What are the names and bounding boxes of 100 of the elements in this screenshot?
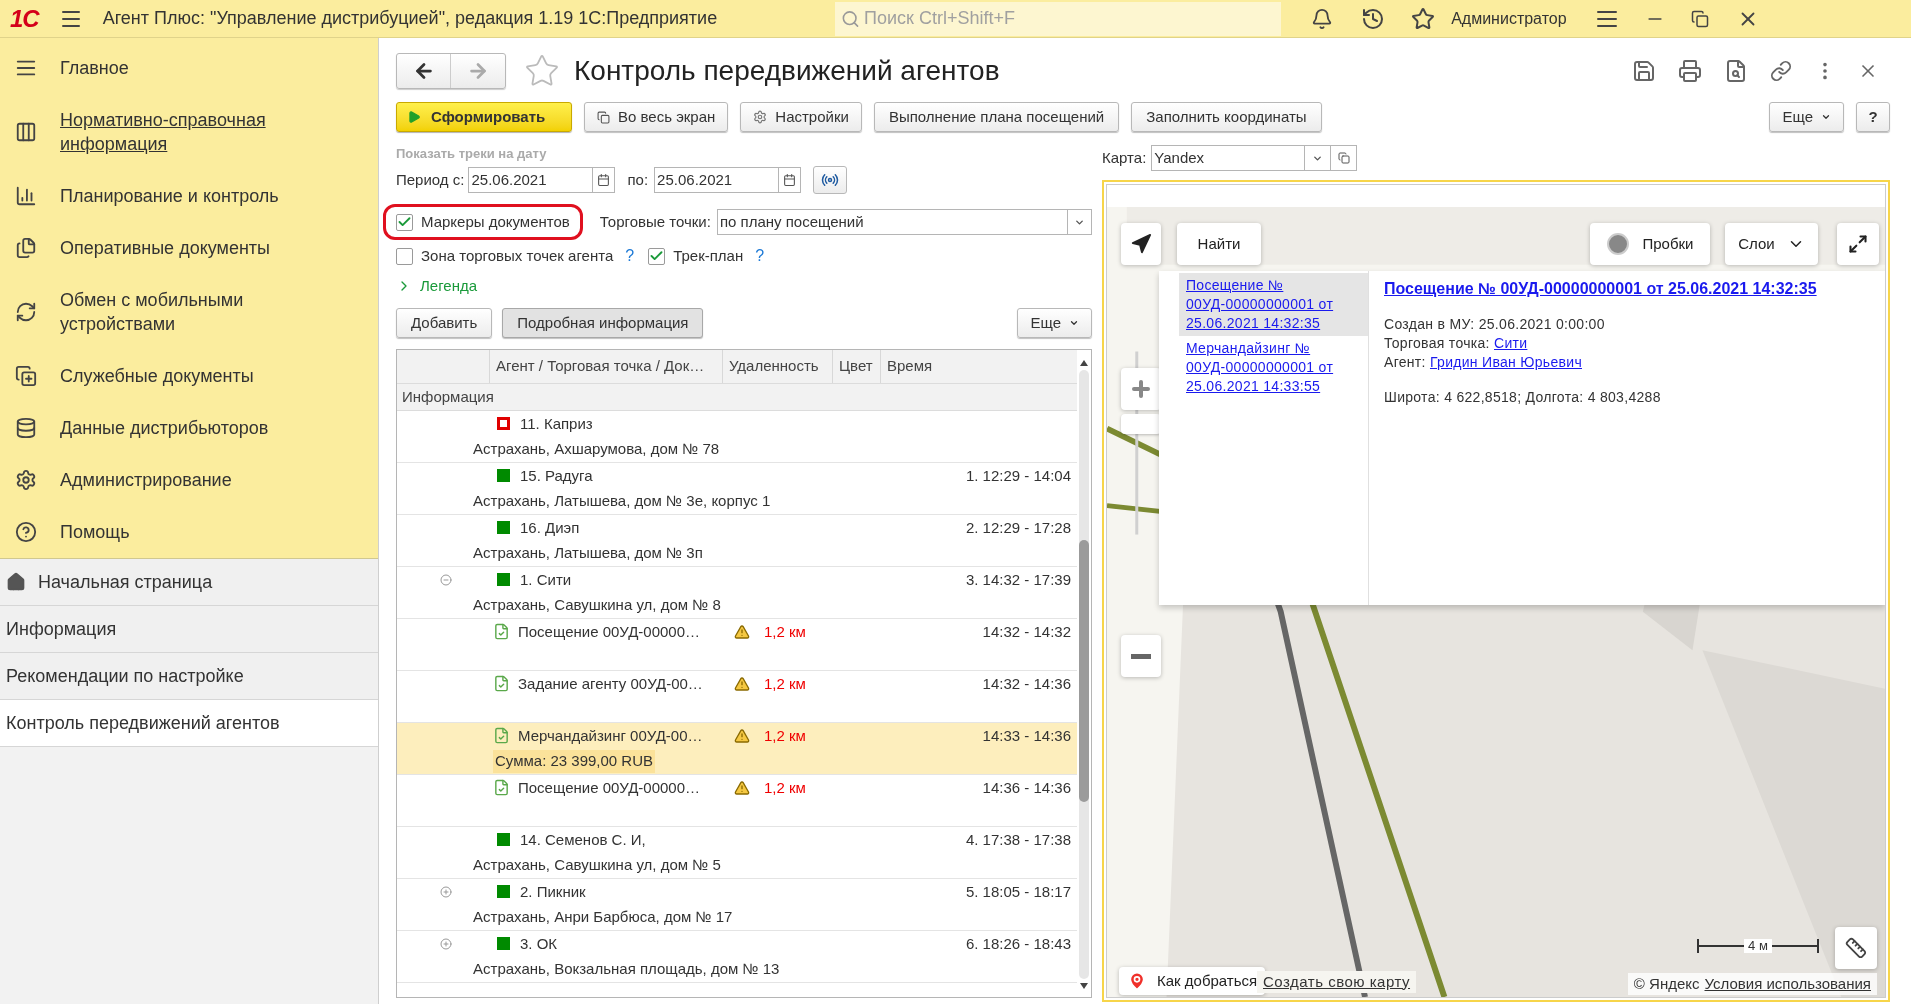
date-picker[interactable]: 25.06.2021 [468, 167, 616, 193]
toolbar-button[interactable]: Во весь экран [584, 102, 729, 132]
popup-link[interactable]: Гридин Иван Юрьевич [1429, 354, 1582, 370]
zoom-handle[interactable] [1121, 414, 1161, 434]
section-icon [15, 365, 37, 387]
fullscreen-icon [1848, 234, 1868, 254]
find-button[interactable]: Найти [1177, 223, 1261, 265]
section-link[interactable]: Планирование и контроль [60, 184, 300, 208]
popup-list-item[interactable]: Мерчандайзинг № 00УД-00000000001 от 25.06.2021 14:33:55 [1179, 336, 1368, 399]
printer-icon[interactable] [1678, 59, 1702, 83]
search-box[interactable]: Поиск Ctrl+Shift+F [835, 1, 1282, 36]
bell-icon[interactable] [1311, 7, 1334, 30]
document-name[interactable]: Посещение 00УД-00000… [518, 620, 701, 643]
help-button[interactable]: ? [1856, 102, 1890, 132]
point-address: Астрахань, Ахшарумова, дом № 78 [473, 439, 720, 459]
map-select[interactable]: Yandex [1151, 145, 1332, 171]
section-icon [15, 237, 37, 259]
more-button[interactable]: Еще [1017, 308, 1092, 338]
checkbox-label[interactable]: Трек-план [673, 244, 744, 268]
checkbox-label[interactable]: Зона торговых точек агента [421, 244, 614, 268]
distance: 1,2 км [764, 725, 806, 746]
warning-icon [734, 675, 750, 692]
popup-list-item[interactable]: Посещение № 00УД-00000000001 от 25.06.2021 14:32:35 [1179, 273, 1368, 336]
section-link[interactable]: Данные дистрибьюторов [60, 416, 300, 440]
document-name[interactable]: Посещение 00УД-00000… [518, 776, 701, 799]
open-page-tab[interactable]: Контроль передвижений агентов [0, 700, 378, 747]
section-link[interactable]: Служебные документы [60, 364, 300, 388]
field-label: Период с: [396, 169, 465, 190]
section-link[interactable]: Главное [60, 56, 300, 80]
ruler-button[interactable] [1835, 927, 1877, 969]
popup-detail: Создан в МУ: 25.06.2021 0:00:00 [1384, 315, 1606, 334]
toolbar-button[interactable]: Настройки [740, 102, 862, 132]
star-icon[interactable] [1411, 6, 1436, 31]
popup-heading[interactable]: Посещение № 00УД-00000000001 от 25.06.2021 14:32:35 [1384, 277, 1885, 301]
checkbox[interactable] [396, 213, 413, 231]
document-name[interactable]: Задание агенту 00УД-00… [518, 672, 703, 695]
preview-icon[interactable] [1724, 59, 1748, 83]
legend-toggle[interactable]: Легенда [396, 274, 478, 298]
copyright: © Яндекс [1633, 973, 1700, 994]
point-name: 1. Сити [520, 569, 572, 590]
date-picker[interactable]: 25.06.2021 [654, 167, 802, 193]
checkbox[interactable] [648, 247, 666, 265]
window-icon [597, 110, 610, 124]
point-name: 3. ОК [520, 933, 558, 954]
section-link[interactable]: Помощь [60, 520, 300, 544]
column-header[interactable]: Время [881, 350, 1077, 383]
section-link[interactable]: Нормативно-справочная информация [60, 108, 300, 156]
point-address: Астрахань, Вокзальная площадь, дом № 13 [473, 959, 780, 979]
section-icon [15, 185, 37, 207]
point-address: Астрахань, Латышева, дом № 3п [473, 543, 703, 563]
create-map-link[interactable]: Создать свою карту [1257, 970, 1417, 993]
column-header[interactable]: Агент / Торговая точка / Док… [490, 350, 723, 383]
user-name[interactable]: Администратор [1451, 6, 1567, 31]
checkbox[interactable] [396, 247, 413, 265]
period-button[interactable] [813, 166, 848, 194]
save-icon[interactable] [1632, 59, 1656, 83]
visit-time: 6. 18:26 - 18:43 [965, 933, 1072, 954]
search-icon [841, 8, 861, 29]
scroll-down-icon[interactable] [1080, 983, 1088, 989]
help-mark[interactable]: ? [755, 244, 765, 268]
search-field[interactable]: Поиск Ctrl+Shift+F [864, 5, 1276, 32]
visit-time: 14:33 - 14:36 [982, 725, 1072, 746]
zoom-out-button[interactable] [1121, 635, 1161, 677]
history-icon[interactable] [1361, 6, 1386, 31]
table-toolbar-button[interactable]: Подробная информация [502, 308, 704, 338]
field-label: Торговые точки: [599, 211, 711, 232]
points-select[interactable]: по плану посещений [716, 209, 1092, 235]
date-field[interactable]: 25.06.2021 [655, 168, 779, 192]
link-icon[interactable] [1770, 60, 1792, 82]
scroll-up-icon[interactable] [1080, 360, 1088, 366]
section-icon [15, 417, 37, 439]
section-link[interactable]: Администрирование [60, 468, 300, 492]
fullscreen-button[interactable] [1837, 223, 1879, 265]
traffic-button[interactable]: Пробки [1590, 223, 1710, 265]
section-link[interactable]: Обмен с мобильными устройствами [60, 288, 300, 336]
document-check-icon [493, 779, 510, 797]
window-icon [1337, 152, 1350, 164]
app-title: Агент Плюс: "Управление дистрибуцией", редакция 1.19 1С:Предприятие [102, 7, 718, 30]
table-toolbar-button[interactable]: Добавить [396, 308, 493, 338]
column-header[interactable]: Цвет [833, 350, 881, 383]
section-link[interactable]: Оперативные документы [60, 236, 300, 260]
toolbar-button[interactable]: Заполнить координаты [1131, 102, 1322, 132]
zoom-in-button[interactable] [1121, 368, 1161, 410]
point-name: 15. Радуга [520, 465, 593, 486]
point-address: Астрахань, Савушкина ул, дом № 8 [473, 595, 721, 615]
document-name[interactable]: Мерчандайзинг 00УД-00… [518, 724, 703, 747]
locate-button[interactable] [1121, 223, 1161, 265]
restore-icon[interactable] [1690, 9, 1709, 28]
column-header[interactable]: Удаленность [723, 350, 833, 383]
toolbar-button[interactable]: Выполнение плана посещений [873, 102, 1120, 132]
popup-link[interactable]: Сити [1494, 335, 1528, 351]
popup-coordinates: Широта: 4 622,8518; Долгота: 4 803,4288 [1384, 388, 1662, 407]
terms-link[interactable]: Условия использования [1704, 972, 1871, 995]
layers-button[interactable]: Слои [1725, 223, 1818, 265]
more-button[interactable]: Еще [1769, 102, 1844, 132]
help-mark[interactable]: ? [625, 244, 635, 268]
gear-icon [753, 110, 768, 124]
checkbox-label[interactable]: Маркеры документов [421, 210, 570, 234]
date-field[interactable]: 25.06.2021 [469, 168, 593, 192]
generate-button[interactable]: Сформировать [396, 102, 572, 132]
